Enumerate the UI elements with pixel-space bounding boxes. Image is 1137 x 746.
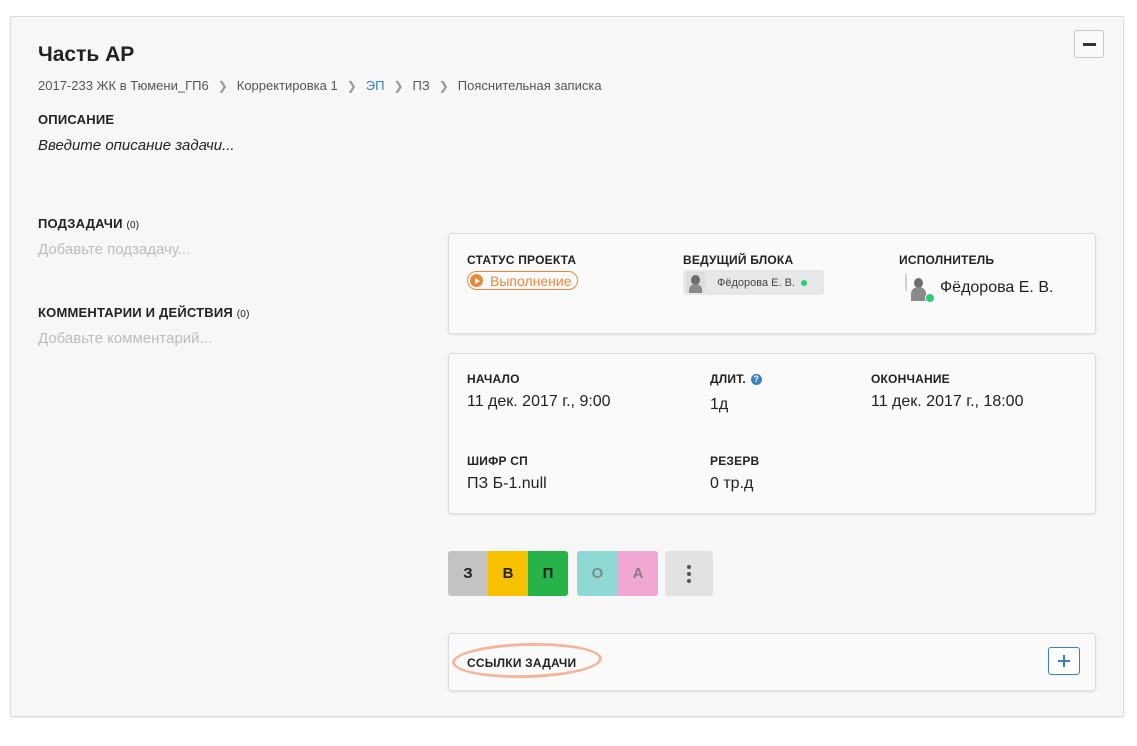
extra-button-group: О А bbox=[577, 551, 658, 596]
status-value: Выполнение bbox=[490, 272, 572, 289]
reserve-value: 0 тр.д bbox=[710, 475, 754, 492]
start-label: НАЧАЛО bbox=[467, 372, 520, 386]
subtasks-label-text: ПОДЗАДАЧИ bbox=[38, 216, 123, 231]
assignee-label: ИСПОЛНИТЕЛЬ bbox=[899, 253, 995, 267]
avatar bbox=[686, 272, 705, 293]
description-label: ОПИСАНИЕ bbox=[38, 112, 115, 127]
add-link-button[interactable] bbox=[1048, 647, 1080, 675]
breadcrumb-item-section[interactable]: ПЗ bbox=[413, 78, 430, 93]
lead-name: Фёдорова Е. В. bbox=[717, 276, 795, 289]
lead-chip[interactable]: Фёдорова Е. В. bbox=[683, 270, 824, 295]
duration-value[interactable]: 1д bbox=[710, 396, 728, 414]
status-label: СТАТУС ПРОЕКТА bbox=[467, 253, 577, 267]
stage-button-p[interactable]: П bbox=[528, 551, 568, 596]
more-options-button[interactable] bbox=[665, 551, 713, 596]
duration-label: ДЛИТ.? bbox=[710, 372, 762, 386]
more-vertical-icon-dot bbox=[687, 571, 691, 576]
comments-count: (0) bbox=[236, 309, 250, 320]
breadcrumb-item-revision[interactable]: Корректировка 1 bbox=[237, 78, 338, 93]
stage-button-v[interactable]: В bbox=[488, 551, 528, 596]
online-status-icon bbox=[801, 279, 807, 286]
code-label: ШИФР СП bbox=[467, 454, 528, 468]
stage-button-z[interactable]: З bbox=[448, 551, 488, 596]
more-vertical-icon bbox=[687, 564, 691, 569]
status-card: СТАТУС ПРОЕКТА Выполнение ВЕДУЩИЙ БЛОКА … bbox=[448, 233, 1096, 334]
start-value[interactable]: 11 дек. 2017 г., 9:00 bbox=[467, 393, 611, 411]
avatar bbox=[905, 273, 907, 292]
comments-label-text: КОММЕНТАРИИ И ДЕЙСТВИЯ bbox=[38, 305, 233, 320]
online-status-icon bbox=[925, 293, 935, 303]
end-value[interactable]: 11 дек. 2017 г., 18:00 bbox=[871, 393, 1023, 411]
duration-label-text: ДЛИТ. bbox=[710, 372, 746, 386]
subtasks-count: (0) bbox=[126, 220, 140, 231]
minus-icon bbox=[1083, 43, 1096, 46]
links-card: ССЫЛКИ ЗАДАЧИ bbox=[448, 633, 1096, 691]
extra-button-a[interactable]: А bbox=[618, 551, 658, 596]
collapse-button[interactable] bbox=[1074, 30, 1104, 58]
more-vertical-icon-dot bbox=[687, 578, 691, 583]
lead-label: ВЕДУЩИЙ БЛОКА bbox=[683, 253, 794, 267]
comments-label: КОММЕНТАРИИ И ДЕЙСТВИЯ (0) bbox=[38, 305, 250, 320]
code-value: ПЗ Б-1.null bbox=[467, 475, 547, 492]
assignee-name: Фёдорова Е. В. bbox=[940, 279, 1054, 296]
extra-button-o[interactable]: О bbox=[577, 551, 618, 596]
play-icon bbox=[470, 274, 483, 287]
assignee[interactable]: Фёдорова Е. В. bbox=[905, 273, 1054, 303]
breadcrumb-item-document[interactable]: Пояснительная записка bbox=[458, 78, 602, 93]
add-subtask-input[interactable]: Добавьте подзадачу... bbox=[38, 241, 190, 258]
dates-card: НАЧАЛО 11 дек. 2017 г., 9:00 ДЛИТ.? 1д О… bbox=[448, 353, 1096, 514]
links-label: ССЫЛКИ ЗАДАЧИ bbox=[467, 656, 577, 670]
chevron-right-icon: ❯ bbox=[438, 78, 449, 93]
task-title: Часть АР bbox=[38, 43, 135, 66]
status-badge[interactable]: Выполнение bbox=[467, 271, 579, 290]
description-field[interactable]: Введите описание задачи... bbox=[38, 137, 235, 154]
reserve-label: РЕЗЕРВ bbox=[710, 454, 760, 468]
stage-button-group: З В П bbox=[448, 551, 568, 596]
breadcrumb-item-stage[interactable]: ЭП bbox=[366, 78, 385, 93]
breadcrumb-item-project[interactable]: 2017-233 ЖК в Тюмени_ГП6 bbox=[38, 78, 209, 93]
end-label: ОКОНЧАНИЕ bbox=[871, 372, 950, 386]
add-comment-input[interactable]: Добавьте комментарий... bbox=[38, 330, 212, 347]
assignee-avatar-wrap bbox=[905, 273, 935, 303]
subtasks-label: ПОДЗАДАЧИ (0) bbox=[38, 216, 139, 231]
chevron-right-icon: ❯ bbox=[346, 78, 357, 93]
chevron-right-icon: ❯ bbox=[217, 78, 228, 93]
chevron-right-icon: ❯ bbox=[393, 78, 404, 93]
question-icon[interactable]: ? bbox=[750, 374, 762, 385]
breadcrumb: 2017-233 ЖК в Тюмени_ГП6 ❯ Корректировка… bbox=[38, 78, 602, 93]
